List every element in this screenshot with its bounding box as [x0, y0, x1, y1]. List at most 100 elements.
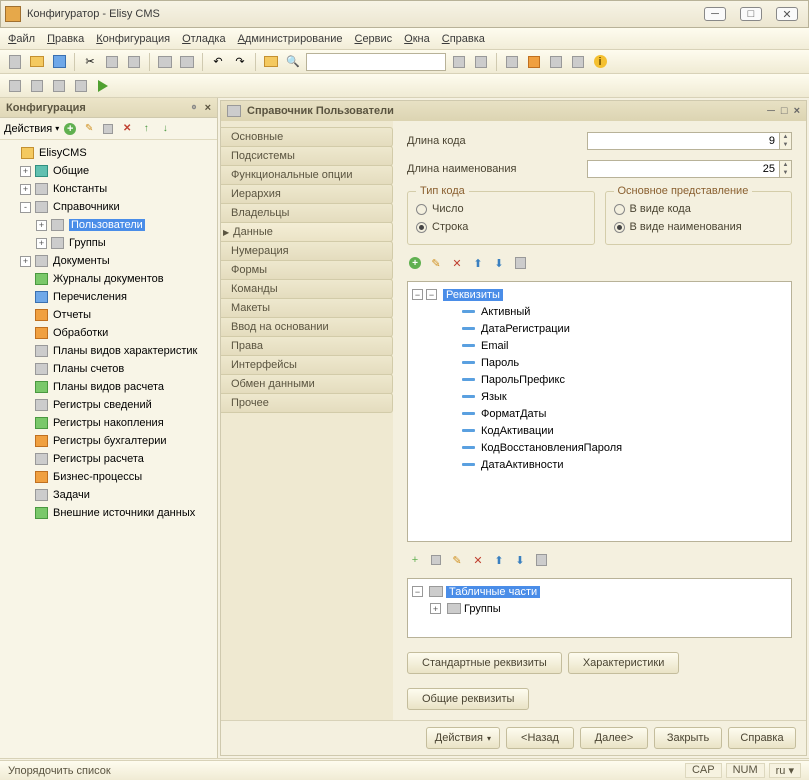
add-icon[interactable]: +	[62, 121, 78, 137]
nav-tab[interactable]: Функциональные опции	[221, 165, 393, 185]
tb4-icon[interactable]	[547, 53, 565, 71]
menu-windows[interactable]: Окна	[404, 33, 430, 45]
tb3-icon[interactable]	[503, 53, 521, 71]
tp-up-icon[interactable]: ⬆	[491, 552, 507, 568]
delete-icon[interactable]: ✕	[119, 121, 135, 137]
tree-item[interactable]: Журналы документов	[2, 270, 215, 288]
tree-item[interactable]: Отчеты	[2, 306, 215, 324]
editor-minimize-icon[interactable]: ─	[767, 105, 775, 117]
tree-item[interactable]: Обработки	[2, 324, 215, 342]
tp-add-icon[interactable]: +	[407, 552, 423, 568]
wizard-close-button[interactable]: Закрыть	[654, 727, 722, 749]
std-attrs-button[interactable]: Стандартные реквизиты	[407, 652, 562, 674]
wand-icon[interactable]	[100, 121, 116, 137]
menu-edit[interactable]: Правка	[47, 33, 84, 45]
prop-edit-icon[interactable]: ✎	[428, 255, 444, 271]
tree-item[interactable]: +Общие	[2, 162, 215, 180]
name-length-value[interactable]	[588, 163, 779, 175]
wizard-actions-button[interactable]: Действия▾	[426, 727, 500, 749]
tp-add2-icon[interactable]	[428, 552, 444, 568]
code-length-value[interactable]	[588, 135, 779, 147]
st1-icon[interactable]	[6, 77, 24, 95]
calendar-icon[interactable]	[569, 53, 587, 71]
menu-help[interactable]: Справка	[442, 33, 485, 45]
props-tree-box[interactable]: −−РеквизитыАктивныйДатаРегистрацииEmailП…	[407, 281, 792, 542]
tp-edit-icon[interactable]: ✎	[449, 552, 465, 568]
refresh-icon[interactable]: ↑	[138, 121, 154, 137]
nav-tab[interactable]: Ввод на основании	[221, 317, 393, 337]
minimize-button[interactable]: ─	[704, 7, 726, 21]
tree-item[interactable]: Регистры накопления	[2, 414, 215, 432]
tb2-icon[interactable]	[472, 53, 490, 71]
st4-icon[interactable]	[72, 77, 90, 95]
tree-item[interactable]: +Группы	[2, 234, 215, 252]
close-button[interactable]: ✕	[776, 7, 798, 21]
config-tree[interactable]: ElisyCMS+Общие+Константы-Справочники+Пол…	[0, 140, 217, 758]
characteristics-button[interactable]: Характеристики	[568, 652, 680, 674]
prop-list-icon[interactable]	[512, 255, 528, 271]
nav-tab[interactable]: Подсистемы	[221, 146, 393, 166]
editor-maximize-icon[interactable]: □	[781, 105, 788, 117]
name-length-input[interactable]: ▲▼	[587, 160, 792, 178]
code-length-input[interactable]: ▲▼	[587, 132, 792, 150]
prop-up-icon[interactable]: ⬆	[470, 255, 486, 271]
st3-icon[interactable]	[50, 77, 68, 95]
radio-as-code[interactable]: В виде кода	[614, 200, 784, 218]
nav-tab[interactable]: Иерархия	[221, 184, 393, 204]
common-attrs-button[interactable]: Общие реквизиты	[407, 688, 529, 710]
spin-up-icon[interactable]: ▲	[779, 133, 791, 141]
wizard-next-button[interactable]: Далее>	[580, 727, 648, 749]
tb1-icon[interactable]	[450, 53, 468, 71]
tree-item[interactable]: Задачи	[2, 486, 215, 504]
tree-item[interactable]: Бизнес-процессы	[2, 468, 215, 486]
tree-item[interactable]: Перечисления	[2, 288, 215, 306]
spin-down-icon[interactable]: ▼	[779, 141, 791, 149]
tree-item[interactable]: Планы счетов	[2, 360, 215, 378]
copy-icon[interactable]	[103, 53, 121, 71]
nav-tab[interactable]: Макеты	[221, 298, 393, 318]
tp-delete-icon[interactable]: ✕	[470, 552, 486, 568]
new-icon[interactable]	[6, 53, 24, 71]
folder-icon[interactable]	[262, 53, 280, 71]
edit-icon[interactable]: ✎	[81, 121, 97, 137]
nav-tab[interactable]: Владельцы	[221, 203, 393, 223]
nav-tab[interactable]: Данные	[221, 222, 393, 242]
prop-add-icon[interactable]: +	[407, 255, 423, 271]
open-icon[interactable]	[28, 53, 46, 71]
menu-service[interactable]: Сервис	[354, 33, 392, 45]
save-icon[interactable]	[50, 53, 68, 71]
run-icon[interactable]	[94, 77, 112, 95]
nav-tab[interactable]: Обмен данными	[221, 374, 393, 394]
tree-item[interactable]: Регистры сведений	[2, 396, 215, 414]
tree-item[interactable]: Планы видов характеристик	[2, 342, 215, 360]
tree-item[interactable]: Регистры бухгалтерии	[2, 432, 215, 450]
paste-icon[interactable]	[125, 53, 143, 71]
nav-tab[interactable]: Прочее	[221, 393, 393, 413]
actions-dd-icon[interactable]: ▾	[55, 124, 59, 133]
nav-tab[interactable]: Нумерация	[221, 241, 393, 261]
pin-icon[interactable]: ⚬	[189, 101, 198, 114]
nav-tab[interactable]: Интерфейсы	[221, 355, 393, 375]
status-lang[interactable]: ru ▾	[769, 763, 801, 778]
search-icon[interactable]: 🔍	[284, 53, 302, 71]
tree-item[interactable]: Регистры расчета	[2, 450, 215, 468]
radio-as-name[interactable]: В виде наименования	[614, 218, 784, 236]
tabparts-tree-box[interactable]: −Табличные части+Группы	[407, 578, 792, 638]
tree-item[interactable]: +Пользователи	[2, 216, 215, 234]
tree-item[interactable]: Внешние источники данных	[2, 504, 215, 522]
tree-item[interactable]: Планы видов расчета	[2, 378, 215, 396]
prop-delete-icon[interactable]: ✕	[449, 255, 465, 271]
wizard-back-button[interactable]: <Назад	[506, 727, 574, 749]
undo-icon[interactable]: ↶	[209, 53, 227, 71]
info-icon[interactable]: i	[591, 53, 609, 71]
prop-down-icon[interactable]: ⬇	[491, 255, 507, 271]
sort-icon[interactable]: ↓	[157, 121, 173, 137]
menu-file[interactable]: Файл	[8, 33, 35, 45]
spin-up-icon[interactable]: ▲	[779, 161, 791, 169]
print-icon[interactable]	[156, 53, 174, 71]
actions-dropdown[interactable]: Действия	[4, 123, 52, 135]
preview-icon[interactable]	[178, 53, 196, 71]
nav-tab[interactable]: Команды	[221, 279, 393, 299]
tree-item[interactable]: -Справочники	[2, 198, 215, 216]
menu-admin[interactable]: Администрирование	[238, 33, 343, 45]
